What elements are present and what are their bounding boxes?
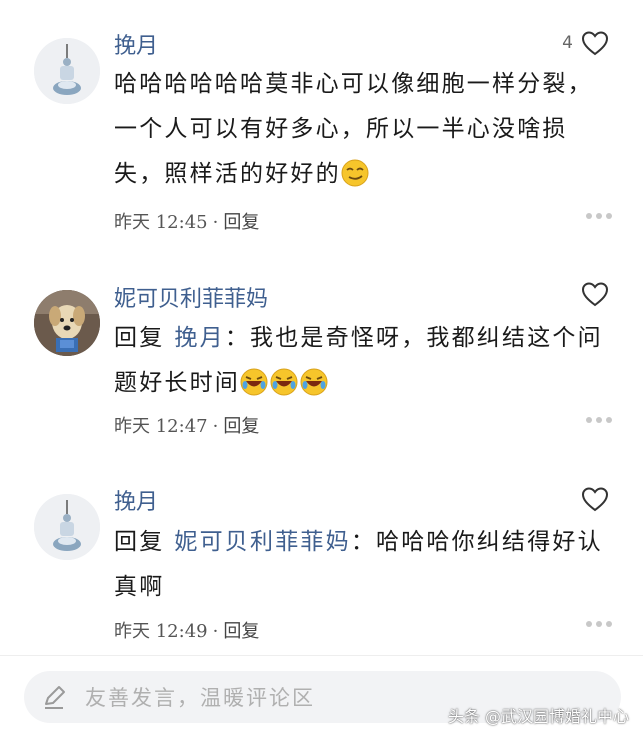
username[interactable]: 挽月 bbox=[114, 484, 158, 516]
watermark: 头条 @武汉园博婚礼中心 bbox=[447, 707, 629, 726]
user-avatar[interactable] bbox=[34, 494, 100, 560]
mention-link[interactable]: 妮可贝利菲菲妈 bbox=[174, 529, 350, 555]
heart-outline-icon[interactable] bbox=[581, 486, 609, 512]
like-button[interactable] bbox=[573, 486, 609, 512]
meta-separator: · bbox=[212, 621, 219, 642]
reply-prefix: 回复 bbox=[114, 529, 165, 555]
avatar-illustration-icon bbox=[34, 494, 100, 560]
comment-text: 回复 妮可贝利菲菲妈：哈哈哈你纠结得好认真啊 bbox=[114, 520, 614, 610]
pen-icon bbox=[45, 686, 65, 709]
more-dots-icon[interactable] bbox=[585, 620, 613, 628]
reply-link[interactable]: 回复 bbox=[223, 621, 259, 642]
comment-meta: 昨天 12:49 · 回复 bbox=[114, 617, 259, 643]
comment-time: 昨天 12:49 bbox=[114, 621, 208, 642]
divider bbox=[0, 655, 643, 656]
comment-item: 挽月 回复 妮可贝利菲菲妈：哈哈哈你纠结得好认真啊 昨天 12:49 · 回复 bbox=[0, 0, 643, 650]
input-placeholder: 友善发言，温暖评论区 bbox=[85, 686, 315, 710]
